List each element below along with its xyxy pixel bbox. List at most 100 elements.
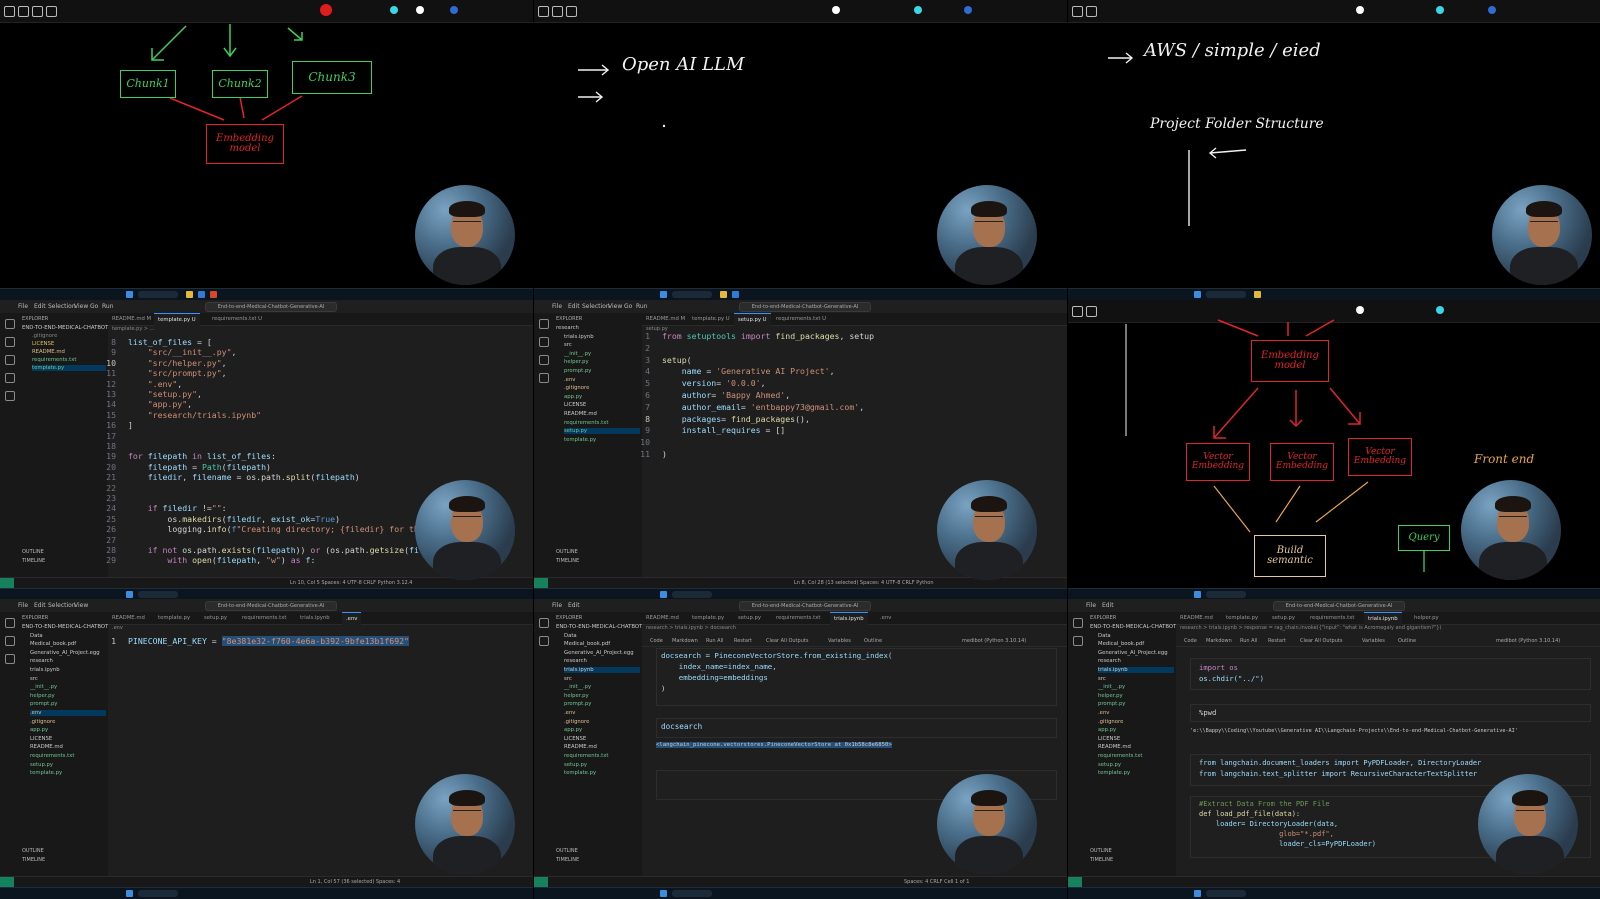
explorer-item[interactable]: Data [564, 633, 577, 639]
explorer-item[interactable]: .gitignore [30, 719, 55, 725]
tab-requirements[interactable]: requirements.txt U [772, 313, 830, 325]
explorer-item[interactable]: .gitignore [564, 385, 589, 391]
search-icon[interactable] [5, 636, 15, 646]
add-code-button[interactable]: Code [1184, 638, 1197, 644]
explorer-item[interactable]: Medical_book.pdf [1098, 641, 1144, 647]
outline-section[interactable]: OUTLINE [1090, 848, 1112, 854]
windows-icon[interactable] [1194, 890, 1201, 897]
menu-view[interactable]: View [74, 602, 88, 609]
explorer-item[interactable]: .env [564, 377, 575, 383]
explorer-item[interactable]: Data [1098, 633, 1111, 639]
cursor-position[interactable]: Ln 10, Col 5 Spaces: 4 UTF-8 CRLF Python… [290, 580, 412, 586]
explorer-item[interactable]: template.py [564, 770, 596, 776]
windows-icon[interactable] [660, 591, 667, 598]
explorer-item[interactable]: research [564, 658, 587, 664]
menu-view[interactable]: View [74, 303, 88, 310]
explorer-item[interactable]: trials.ipynb [564, 667, 640, 673]
search-icon[interactable] [1073, 636, 1083, 646]
breadcrumb[interactable]: research > trials.ipynb > docsearch [646, 625, 736, 631]
run-all-button[interactable]: Run All [706, 638, 723, 644]
tab-trials[interactable]: trials.ipynb [296, 612, 334, 624]
outline-section[interactable]: OUTLINE [22, 549, 44, 555]
file-item[interactable]: .gitignore [32, 333, 57, 339]
explorer-item[interactable]: Generative_AI_Project.egg [30, 650, 100, 656]
explorer-icon[interactable] [5, 319, 15, 329]
explorer-item[interactable]: app.py [30, 727, 48, 733]
outline-button[interactable]: Outline [864, 638, 882, 644]
code-line[interactable]: 18 [94, 441, 533, 451]
vscode-icon[interactable] [198, 291, 205, 298]
code-line[interactable]: 7 author_email= 'entbappy73@gmail.com', [628, 402, 1067, 412]
clear-outputs-button[interactable]: Clear All Outputs [766, 638, 808, 644]
explorer-item[interactable]: trials.ipynb [30, 667, 60, 673]
explorer-item[interactable]: app.py [564, 727, 582, 733]
code-line[interactable]: 10 "src/helper.py", [94, 358, 533, 368]
source-control-icon[interactable] [5, 355, 15, 365]
source-control-icon[interactable] [539, 355, 549, 365]
explorer-item[interactable]: setup.py [30, 762, 53, 768]
search-box[interactable] [672, 890, 712, 897]
menu-edit[interactable]: Edit [568, 602, 580, 609]
explorer-item[interactable]: LICENSE [564, 736, 586, 742]
explorer-item[interactable]: src [564, 342, 572, 348]
code-line[interactable]: 8 list_of_files = [ [94, 337, 533, 347]
outline-section[interactable]: OUTLINE [556, 848, 578, 854]
code-line[interactable]: 10 [628, 437, 1067, 447]
explorer-item[interactable]: prompt.py [1098, 701, 1125, 707]
explorer-item[interactable]: trials.ipynb [1098, 667, 1174, 673]
explorer-item[interactable]: template.py [1098, 770, 1130, 776]
explorer-item[interactable]: README.md [30, 744, 63, 750]
menu-file[interactable]: File [552, 602, 562, 609]
code-cell[interactable]: docsearch [656, 718, 1057, 738]
code-cell[interactable]: import os os.chdir("../") [1190, 658, 1591, 690]
code-line[interactable]: 13 "setup.py", [94, 389, 533, 399]
tab-readme[interactable]: README.md [108, 612, 149, 624]
windows-icon[interactable] [126, 291, 133, 298]
explorer-item[interactable]: helper.py [1098, 693, 1123, 699]
breadcrumb[interactable]: template.py > ... [112, 326, 154, 332]
add-markdown-button[interactable]: Markdown [1206, 638, 1232, 644]
add-markdown-button[interactable]: Markdown [672, 638, 698, 644]
search-box[interactable] [138, 890, 178, 897]
run-debug-icon[interactable] [5, 373, 15, 383]
explorer-item[interactable]: .gitignore [564, 719, 589, 725]
timeline-section[interactable]: TIMELINE [22, 558, 45, 564]
code-cell[interactable]: docsearch = PineconeVectorStore.from_exi… [656, 648, 1057, 706]
explorer-item[interactable]: LICENSE [30, 736, 52, 742]
search-box[interactable] [138, 291, 178, 298]
search-icon[interactable] [539, 337, 549, 347]
folder-icon[interactable] [186, 291, 193, 298]
tab-helper[interactable]: helper.py [1410, 612, 1443, 624]
menu-selection[interactable]: Selection [582, 303, 610, 310]
code-line[interactable]: 14 "app.py", [94, 399, 533, 409]
menu-file[interactable]: File [18, 303, 28, 310]
tab-template[interactable]: template.py [688, 612, 728, 624]
code-line[interactable]: 1 PINECONE_API_KEY = "8e381e32-f760-4e6a-… [94, 636, 533, 646]
outline-section[interactable]: OUTLINE [556, 549, 578, 555]
command-center[interactable]: End-to-end-Medical-Chatbot-Generative-AI [739, 601, 871, 611]
search-box[interactable] [138, 591, 178, 598]
tab-trials[interactable]: trials.ipynb [830, 612, 868, 625]
windows-icon[interactable] [126, 591, 133, 598]
explorer-item[interactable]: Medical_book.pdf [30, 641, 76, 647]
source-control-icon[interactable] [5, 654, 15, 664]
cursor-position[interactable]: Ln 8, Col 28 (13 selected) Spaces: 4 UTF… [794, 580, 934, 586]
kernel-picker[interactable]: medibot (Python 3.10.14) [962, 638, 1026, 644]
explorer-item[interactable]: __init__.py [564, 684, 591, 690]
menu-go[interactable]: Go [624, 303, 632, 310]
explorer-item[interactable]: Data [30, 633, 43, 639]
explorer-item[interactable]: template.py [30, 770, 62, 776]
clear-outputs-button[interactable]: Clear All Outputs [1300, 638, 1342, 644]
breadcrumb[interactable]: .env [112, 625, 123, 631]
menu-view[interactable]: View [608, 303, 622, 310]
explorer-item[interactable]: research [30, 658, 53, 664]
windows-icon[interactable] [1194, 591, 1201, 598]
explorer-item[interactable]: Generative_AI_Project.egg [1098, 650, 1168, 656]
extensions-icon[interactable] [5, 391, 15, 401]
command-center[interactable]: End-to-end-Medical-Chatbot-Generative-AI [1273, 601, 1405, 611]
timeline-section[interactable]: TIMELINE [22, 857, 45, 863]
code-line[interactable]: 9 "src/__init__.py", [94, 347, 533, 357]
tab-requirements[interactable]: requirements.txt U [208, 313, 266, 325]
tab-setup[interactable]: setup.py [734, 612, 765, 624]
explorer-icon[interactable] [539, 618, 549, 628]
